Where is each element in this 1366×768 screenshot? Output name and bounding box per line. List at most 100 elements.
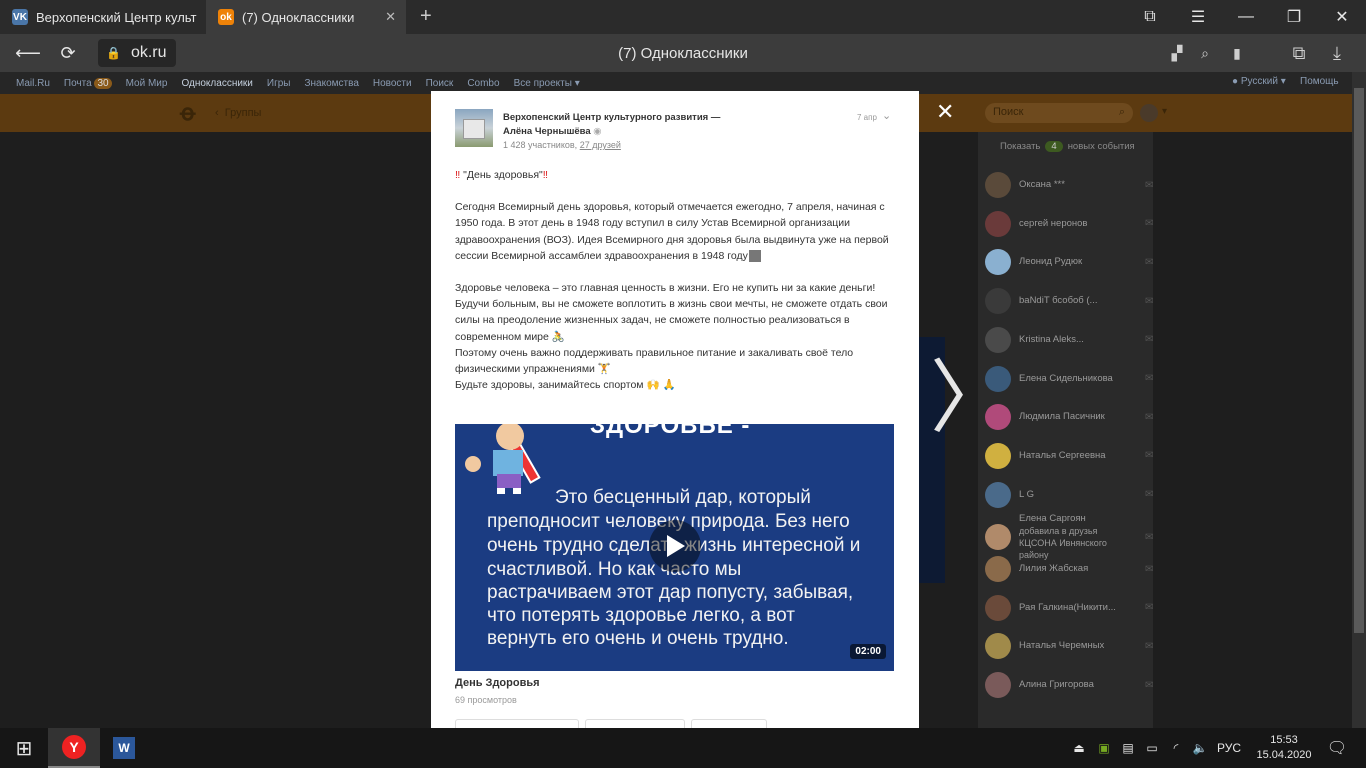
lock-icon: 🔒: [106, 46, 121, 60]
portal-link[interactable]: Одноклассники: [181, 78, 252, 89]
portal-link[interactable]: Все проекты ▾: [514, 78, 580, 89]
new-tab-button[interactable]: +: [420, 5, 432, 28]
message-icon[interactable]: ✉: [1145, 218, 1153, 229]
message-icon[interactable]: ✉: [1145, 257, 1153, 268]
video-title[interactable]: День Здоровья: [455, 677, 540, 689]
browser-tab-bar: VK Верхопенский Центр культ ok (7) Однок…: [0, 0, 1366, 34]
notifications-icon[interactable]: 🗨: [1322, 728, 1352, 768]
avatar: [985, 556, 1011, 582]
chevron-down-icon[interactable]: ▾: [1162, 106, 1167, 117]
close-tab-icon[interactable]: ✕: [385, 9, 396, 25]
friend-item[interactable]: Наталья Черемных ✉: [985, 628, 1155, 664]
scrollbar-thumb[interactable]: [1354, 88, 1364, 633]
avatar: [985, 326, 1011, 353]
yandex-browser-icon[interactable]: Y: [48, 728, 100, 768]
friend-item[interactable]: baNdiT бсобоб (... ✉: [985, 283, 1155, 319]
message-icon[interactable]: ✉: [1145, 680, 1153, 691]
portal-link[interactable]: Combo: [467, 78, 499, 89]
display-icon[interactable]: ▤: [1118, 728, 1138, 768]
friend-item[interactable]: Оксана *** ✉: [985, 167, 1155, 203]
friend-item[interactable]: Людмила Пасичник ✉: [985, 399, 1155, 435]
help-link[interactable]: Помощь: [1300, 76, 1339, 87]
minimize-button[interactable]: —: [1222, 0, 1270, 34]
reload-button[interactable]: ⟳: [48, 34, 88, 72]
tab-ok[interactable]: ok (7) Одноклассники ✕: [206, 0, 406, 34]
post-menu-chevron-icon[interactable]: ⌄: [882, 109, 891, 122]
word-icon[interactable]: W: [100, 728, 148, 768]
video-caption-line: Это бесценный дар, который: [555, 487, 811, 508]
friend-item[interactable]: Елена Саргоян добавила в друзья КЦСОНА Ив…: [985, 513, 1155, 560]
new-events-row[interactable]: Показать 4 новых события: [1000, 141, 1135, 152]
message-icon[interactable]: ✉: [1145, 296, 1153, 307]
friend-item[interactable]: Kristina Aleks... ✉: [985, 322, 1155, 358]
url-field[interactable]: 🔒 ok.ru: [98, 39, 176, 67]
translate-icon[interactable]: ⧉: [1282, 34, 1316, 72]
menu-icon[interactable]: ☰: [1174, 0, 1222, 34]
friend-item[interactable]: Алина Григорова ✉: [985, 667, 1155, 703]
post-date: 7 апр: [857, 113, 877, 122]
portal-link[interactable]: Знакомства: [304, 78, 358, 89]
portal-link[interactable]: Новости: [373, 78, 412, 89]
close-modal-icon[interactable]: ✕: [936, 99, 954, 125]
friend-item[interactable]: сергей неронов ✉: [985, 206, 1155, 242]
portal-link[interactable]: Mail.Ru: [16, 78, 50, 89]
message-icon[interactable]: ✉: [1145, 450, 1153, 461]
next-post-arrow-icon[interactable]: 〉: [930, 358, 1010, 438]
post-paragraph: Будьте здоровы, занимайтесь спортом: [455, 379, 644, 392]
play-button[interactable]: [649, 520, 701, 572]
ok-logo-icon[interactable]: ꝋ: [180, 100, 196, 126]
friend-item[interactable]: Елена Сидельникова ✉: [985, 361, 1155, 397]
back-to-groups[interactable]: ‹ Группы: [215, 107, 261, 119]
back-button[interactable]: ⟵: [8, 34, 48, 72]
comment-button[interactable]: [455, 719, 579, 728]
book-emoji-icon: [748, 250, 761, 263]
video-caption-line: вернуть его очень и очень трудно.: [487, 628, 789, 649]
bookmark-icon[interactable]: ▮: [1220, 34, 1254, 72]
friend-item[interactable]: L G ✉: [985, 477, 1155, 513]
user-avatar[interactable]: [1140, 104, 1158, 122]
message-icon[interactable]: ✉: [1145, 412, 1153, 423]
nvidia-icon[interactable]: ▣: [1094, 728, 1114, 768]
language-select[interactable]: ● Русский ▾: [1232, 76, 1286, 87]
friend-name: сергей неронов: [1019, 217, 1088, 229]
avatar: [985, 524, 1011, 551]
like-button[interactable]: [691, 719, 767, 728]
tab-vk[interactable]: VK Верхопенский Центр культ: [0, 0, 206, 34]
message-icon[interactable]: ✉: [1145, 532, 1153, 543]
close-window-button[interactable]: ✕: [1318, 0, 1366, 34]
friend-item[interactable]: Леонид Рудюк ✉: [985, 244, 1155, 280]
message-icon[interactable]: ✉: [1145, 564, 1153, 575]
video-caption-line: что потерять здоровье легко, а вот: [487, 605, 795, 626]
volume-icon[interactable]: 🔈: [1190, 728, 1210, 768]
windows-start-icon[interactable]: ⊞: [0, 728, 48, 768]
friend-item[interactable]: Лилия Жабская ✉: [985, 551, 1155, 587]
download-icon[interactable]: ⤓: [1320, 34, 1354, 72]
message-icon[interactable]: ✉: [1145, 602, 1153, 613]
bookmarks-icon[interactable]: ⧉: [1126, 0, 1174, 34]
battery-icon[interactable]: ▭: [1142, 728, 1162, 768]
message-icon[interactable]: ✉: [1145, 180, 1153, 191]
clock[interactable]: 15:53 15.04.2020: [1254, 733, 1314, 763]
group-name-link[interactable]: Верхопенский Центр культурного развития …: [503, 111, 720, 125]
friends-link[interactable]: 27 друзей: [580, 140, 621, 150]
portal-link[interactable]: Игры: [267, 78, 291, 89]
post-paragraph: Поэтому очень важно поддерживать правиль…: [455, 346, 854, 376]
friend-item[interactable]: Наталья Сергеевна ✉: [985, 438, 1155, 474]
zoom-icon[interactable]: ⌕: [1188, 34, 1222, 72]
message-icon[interactable]: ✉: [1145, 334, 1153, 345]
search-input[interactable]: Поиск ⌕: [985, 103, 1133, 123]
friend-item[interactable]: Рая Галкина(Никити... ✉: [985, 590, 1155, 626]
usb-icon[interactable]: ⏏: [1070, 728, 1088, 768]
share-button[interactable]: [585, 719, 685, 728]
group-avatar[interactable]: [455, 109, 493, 147]
message-icon[interactable]: ✉: [1145, 641, 1153, 652]
message-icon[interactable]: ✉: [1145, 489, 1153, 500]
portal-link[interactable]: Поиск: [426, 78, 454, 89]
portal-link[interactable]: Почта 30: [64, 77, 112, 89]
wifi-icon[interactable]: ◜: [1166, 728, 1186, 768]
author-link[interactable]: Алёна Чернышёва: [503, 126, 591, 137]
restore-button[interactable]: ❐: [1270, 0, 1318, 34]
input-language[interactable]: РУС: [1212, 728, 1246, 768]
portal-link[interactable]: Мой Мир: [126, 78, 168, 89]
message-icon[interactable]: ✉: [1145, 373, 1153, 384]
